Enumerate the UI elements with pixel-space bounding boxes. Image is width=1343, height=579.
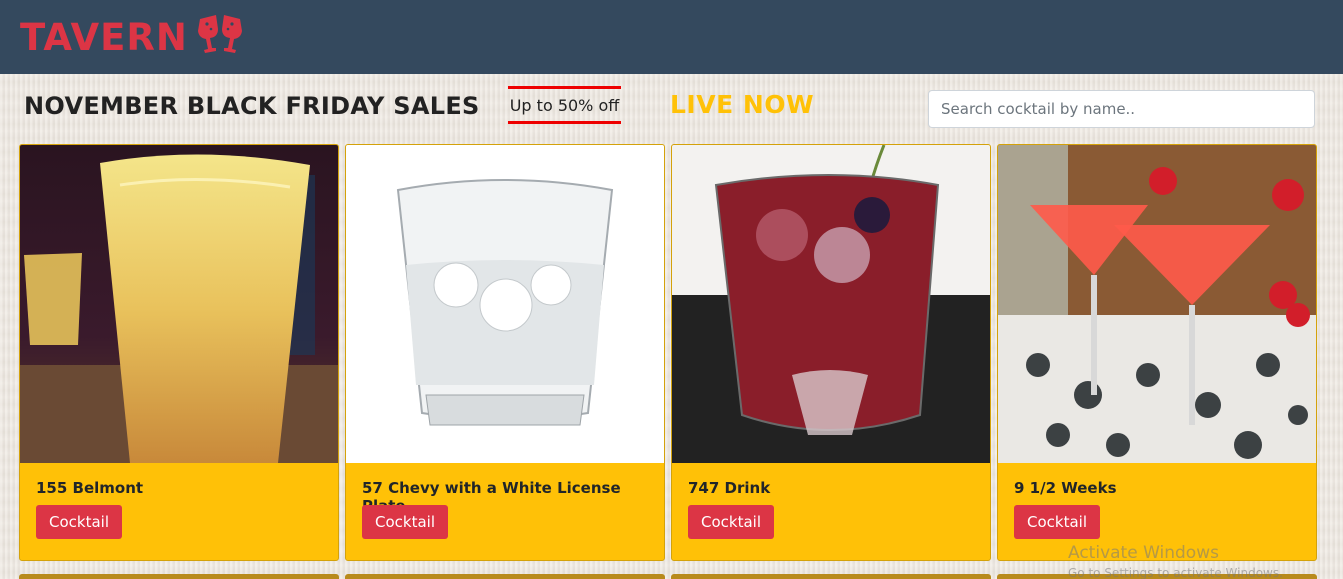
card-top-edge (19, 574, 339, 579)
promo-offer: Up to 50% off (508, 86, 621, 124)
cocktail-image[interactable] (998, 145, 1316, 463)
live-now-label: LIVE NOW (670, 90, 815, 119)
cocktail-card[interactable]: 155 Belmont Cocktail (19, 144, 339, 561)
promo-title: NOVEMBER BLACK FRIDAY SALES (24, 92, 480, 120)
cocktail-card[interactable]: 747 Drink Cocktail (671, 144, 991, 561)
cocktail-grid: 155 Belmont Cocktail 57 Chevy with a Whi… (19, 144, 1317, 561)
cocktail-image[interactable] (346, 145, 664, 463)
brand-name: TAVERN (20, 15, 188, 59)
cocktail-category-button[interactable]: Cocktail (362, 505, 448, 539)
activate-windows-subtitle: Go to Settings to activate Windows. (1068, 566, 1283, 579)
cocktail-name: 747 Drink (688, 479, 771, 497)
cocktail-image[interactable] (672, 145, 990, 463)
cocktail-category-button[interactable]: Cocktail (1014, 505, 1100, 539)
search-input[interactable] (928, 90, 1315, 128)
cocktail-card[interactable]: 57 Chevy with a White License Plate Cock… (345, 144, 665, 561)
cocktail-name: 57 Chevy with a White License Plate (362, 479, 621, 515)
navbar: TAVERN (0, 0, 1343, 74)
cocktail-name: 9 1/2 Weeks (1014, 479, 1117, 497)
cocktail-card[interactable]: 9 1/2 Weeks Cocktail (997, 144, 1317, 561)
activate-windows-watermark: Activate Windows (1068, 543, 1219, 563)
cheers-glasses-icon (196, 15, 244, 59)
card-top-edge (671, 574, 991, 579)
cocktail-category-button[interactable]: Cocktail (36, 505, 122, 539)
brand[interactable]: TAVERN (20, 15, 244, 59)
promo-banner: NOVEMBER BLACK FRIDAY SALES Up to 50% of… (0, 74, 1343, 144)
cocktail-image[interactable] (20, 145, 338, 463)
cocktail-category-button[interactable]: Cocktail (688, 505, 774, 539)
card-top-edge (345, 574, 665, 579)
cocktail-name: 155 Belmont (36, 479, 144, 497)
